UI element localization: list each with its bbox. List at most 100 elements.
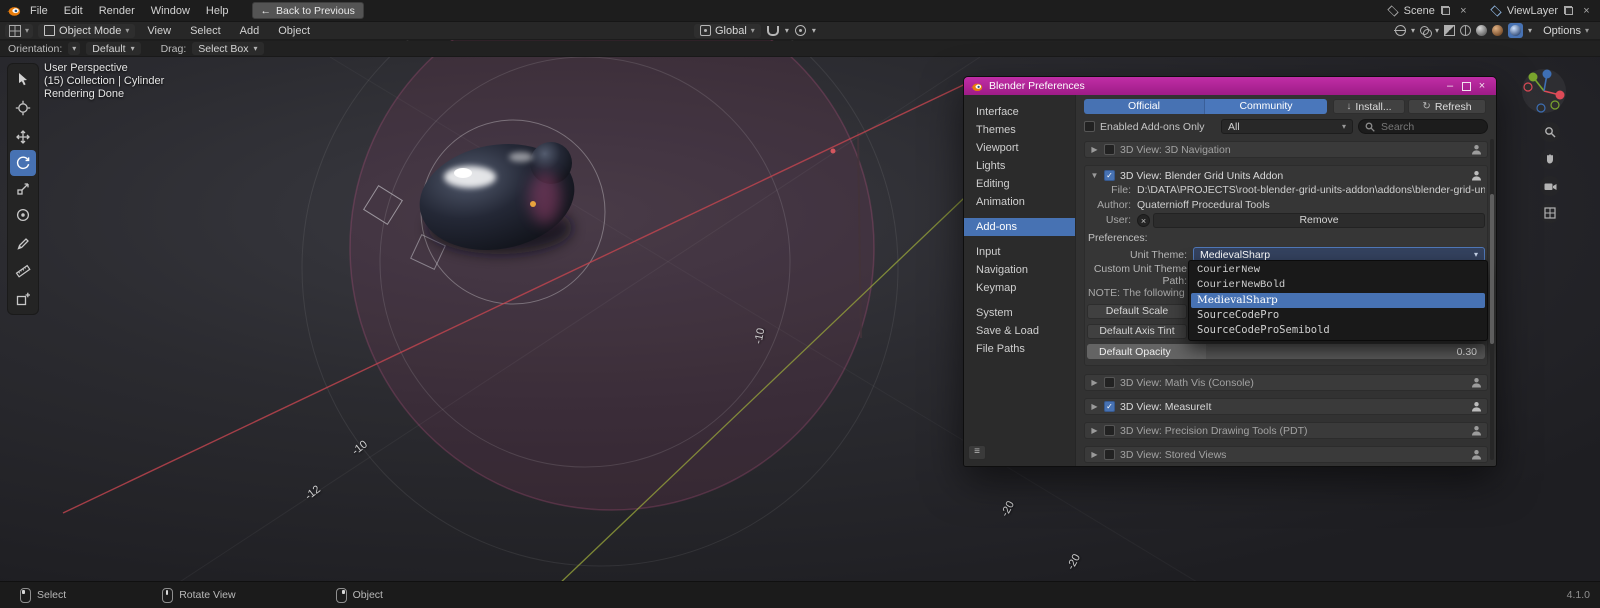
addon-header[interactable]: ▼ ✓ 3D View: Blender Grid Units Addon bbox=[1087, 168, 1485, 183]
tab-official[interactable]: Official bbox=[1084, 99, 1205, 114]
menu-object[interactable]: Object bbox=[271, 23, 317, 39]
sidebar-item-lights[interactable]: Lights bbox=[964, 157, 1075, 175]
close-button[interactable]: × bbox=[1474, 77, 1490, 95]
orientation-select[interactable]: Default ▾ bbox=[86, 42, 141, 55]
expand-arrow-icon[interactable]: ▶ bbox=[1090, 145, 1099, 154]
gizmos-dropdown[interactable]: ▾ bbox=[1411, 26, 1415, 35]
editor-menu-button[interactable]: ≡ bbox=[968, 445, 986, 460]
falloff-dropdown[interactable]: ▾ bbox=[812, 26, 816, 35]
toggle-ortho-icon[interactable] bbox=[1540, 203, 1560, 223]
view-axis-gizmo[interactable] bbox=[1521, 68, 1567, 117]
tab-community[interactable]: Community bbox=[1205, 99, 1327, 114]
blender-logo-icon[interactable] bbox=[6, 3, 21, 18]
expand-arrow-icon[interactable]: ▶ bbox=[1090, 378, 1099, 387]
shading-dropdown[interactable]: ▾ bbox=[1528, 26, 1532, 35]
sidebar-item-keymap[interactable]: Keymap bbox=[964, 279, 1075, 297]
preferences-titlebar[interactable]: Blender Preferences – × bbox=[964, 77, 1496, 95]
refresh-addons-button[interactable]: ↻ Refresh bbox=[1408, 99, 1486, 114]
toggle-xray-icon[interactable] bbox=[1444, 25, 1456, 36]
tool-transform[interactable] bbox=[10, 202, 36, 228]
menu-help[interactable]: Help bbox=[199, 3, 236, 19]
addons-scrollbar[interactable] bbox=[1490, 139, 1494, 460]
install-addon-button[interactable]: ↓ Install... bbox=[1333, 99, 1405, 114]
sidebar-item-animation[interactable]: Animation bbox=[964, 193, 1075, 211]
expand-arrow-icon[interactable]: ▶ bbox=[1090, 402, 1099, 411]
snap-magnet-icon[interactable] bbox=[766, 25, 779, 36]
collapse-arrow-icon[interactable]: ▼ bbox=[1090, 171, 1099, 180]
dropdown-option-sourcecodepro[interactable]: SourceCodePro bbox=[1191, 308, 1485, 323]
default-axis-tint-button[interactable]: Default Axis Tint bbox=[1087, 324, 1187, 339]
sidebar-item-input[interactable]: Input bbox=[964, 243, 1075, 261]
sidebar-item-themes[interactable]: Themes bbox=[964, 121, 1075, 139]
unlink-icon[interactable]: × bbox=[1137, 213, 1150, 227]
addon-enable-checkbox[interactable] bbox=[1104, 377, 1115, 388]
mode-select[interactable]: Object Mode ▾ bbox=[38, 23, 136, 38]
shading-material-icon[interactable] bbox=[1492, 25, 1504, 36]
tool-select-box[interactable] bbox=[10, 66, 36, 92]
drag-select[interactable]: Select Box ▾ bbox=[192, 42, 264, 55]
proportional-editing-icon[interactable] bbox=[794, 25, 806, 36]
enabled-only-checkbox[interactable] bbox=[1084, 121, 1095, 132]
scene-name[interactable]: Scene bbox=[1404, 5, 1435, 17]
remove-addon-button[interactable]: Remove bbox=[1153, 212, 1485, 228]
expand-arrow-icon[interactable]: ▶ bbox=[1090, 450, 1099, 459]
minimize-button[interactable]: – bbox=[1442, 77, 1458, 95]
addon-row-3d-navigation[interactable]: ▶ 3D View: 3D Navigation bbox=[1084, 141, 1488, 158]
tool-add-primitive[interactable] bbox=[10, 286, 36, 312]
dropdown-option-couriernew[interactable]: CourierNew bbox=[1191, 263, 1485, 278]
tool-scale[interactable] bbox=[10, 176, 36, 202]
scene-browse-icon[interactable] bbox=[1386, 3, 1401, 18]
default-scale-button[interactable]: Default Scale bbox=[1087, 304, 1187, 319]
new-scene-button[interactable] bbox=[1438, 3, 1453, 18]
menu-add[interactable]: Add bbox=[233, 23, 267, 39]
addon-enable-checkbox[interactable] bbox=[1104, 449, 1115, 460]
show-overlays-icon[interactable] bbox=[1420, 25, 1433, 38]
category-filter-select[interactable]: All ▾ bbox=[1221, 119, 1353, 134]
addon-enable-checkbox[interactable] bbox=[1104, 425, 1115, 436]
camera-view-icon[interactable] bbox=[1540, 176, 1560, 196]
menu-render[interactable]: Render bbox=[92, 3, 142, 19]
menu-edit[interactable]: Edit bbox=[57, 3, 90, 19]
addon-enable-checkbox[interactable] bbox=[1104, 144, 1115, 155]
dropdown-option-medievalsharp[interactable]: MedievalSharp bbox=[1191, 293, 1485, 308]
orientation-icon-button[interactable]: ▾ bbox=[68, 42, 81, 55]
maximize-button[interactable] bbox=[1458, 77, 1474, 95]
menu-select[interactable]: Select bbox=[183, 23, 228, 39]
search-input[interactable] bbox=[1379, 119, 1481, 134]
addon-search-box[interactable] bbox=[1358, 119, 1488, 134]
sidebar-item-file-paths[interactable]: File Paths bbox=[964, 340, 1075, 358]
zoom-icon[interactable] bbox=[1540, 122, 1560, 142]
addon-row-measureit[interactable]: ▶ ✓ 3D View: MeasureIt bbox=[1084, 398, 1488, 415]
expand-arrow-icon[interactable]: ▶ bbox=[1090, 426, 1099, 435]
dropdown-option-couriernewbold[interactable]: CourierNewBold bbox=[1191, 278, 1485, 293]
back-to-previous-button[interactable]: ← Back to Previous bbox=[251, 2, 364, 19]
sidebar-item-editing[interactable]: Editing bbox=[964, 175, 1075, 193]
tool-cursor[interactable] bbox=[10, 95, 36, 121]
tool-measure[interactable] bbox=[10, 257, 36, 283]
addon-enable-checkbox[interactable]: ✓ bbox=[1104, 170, 1115, 181]
overlays-dropdown[interactable]: ▾ bbox=[1435, 26, 1439, 35]
remove-viewlayer-button[interactable]: × bbox=[1579, 3, 1594, 18]
default-opacity-slider[interactable]: Default Opacity 0.30 bbox=[1087, 344, 1485, 359]
show-gizmos-icon[interactable] bbox=[1394, 25, 1407, 36]
dropdown-option-sourcecodeprosemibold[interactable]: SourceCodeProSemibold bbox=[1191, 323, 1485, 338]
menu-view[interactable]: View bbox=[140, 23, 178, 39]
sidebar-item-navigation[interactable]: Navigation bbox=[964, 261, 1075, 279]
tool-annotate[interactable] bbox=[10, 231, 36, 257]
sidebar-item-addons[interactable]: Add-ons bbox=[964, 218, 1075, 236]
scene-selector[interactable]: Scene × bbox=[1386, 3, 1471, 18]
snap-options-dropdown[interactable]: ▾ bbox=[785, 26, 789, 35]
addon-row-math-vis[interactable]: ▶ 3D View: Math Vis (Console) bbox=[1084, 374, 1488, 391]
shading-wireframe-icon[interactable] bbox=[1460, 25, 1472, 36]
menu-file[interactable]: File bbox=[23, 3, 55, 19]
sidebar-item-system[interactable]: System bbox=[964, 304, 1075, 322]
menu-window[interactable]: Window bbox=[144, 3, 197, 19]
tool-rotate[interactable] bbox=[10, 150, 36, 176]
options-menu[interactable]: Options ▾ bbox=[1537, 24, 1595, 38]
pan-hand-icon[interactable] bbox=[1540, 149, 1560, 169]
sidebar-item-viewport[interactable]: Viewport bbox=[964, 139, 1075, 157]
shading-solid-icon[interactable] bbox=[1476, 25, 1488, 36]
addon-row-stored-views[interactable]: ▶ 3D View: Stored Views bbox=[1084, 446, 1488, 463]
sidebar-item-interface[interactable]: Interface bbox=[964, 103, 1075, 121]
transform-orientation-select[interactable]: Global ▾ bbox=[694, 23, 761, 38]
